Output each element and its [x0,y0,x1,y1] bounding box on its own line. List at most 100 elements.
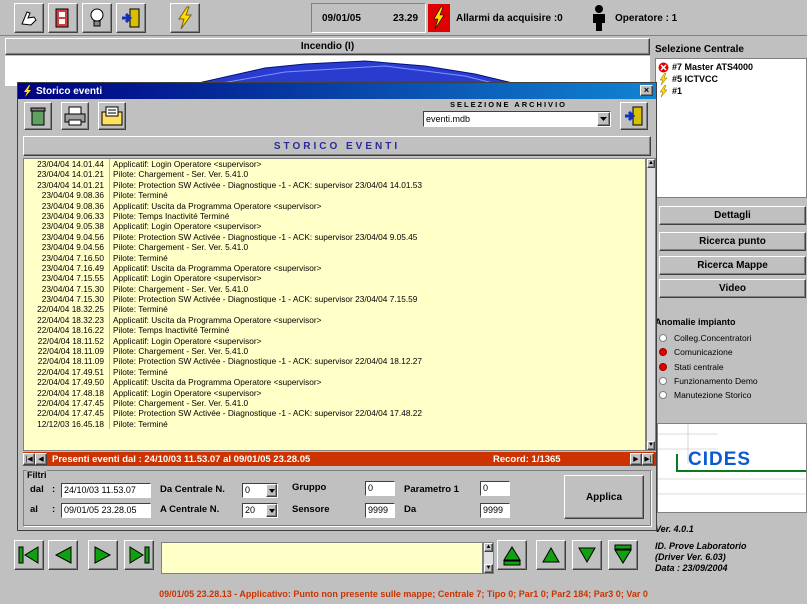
table-row[interactable]: 23/04/04 9.04.56 Pilote: Protection SW Ac… [24,231,645,243]
prev-record-icon[interactable]: ◀ [35,453,47,465]
next-record-icon[interactable]: ▶ [630,453,642,465]
scroll-bottom-button[interactable] [608,540,638,570]
table-row[interactable]: 22/04/04 18.11.09 Pilote: Chargement - Se… [24,346,645,357]
table-row[interactable]: 23/04/04 7.15.30 Pilote: Chargement - Ser… [24,283,645,295]
video-button-label: Video [718,283,747,294]
table-row[interactable]: 23/04/04 9.06.33 Pilote: Temps Inactivité… [24,210,645,222]
central-item-1[interactable]: #1 [656,85,806,97]
event-message: Pilote: Chargement - Ser. Ver. 5.41.0 [113,242,249,253]
printer-icon[interactable] [61,102,89,130]
event-message: Applicatif: Login Operatore <supervisor> [113,273,262,284]
message-scrollbar[interactable]: ▲ ▼ [483,542,494,574]
table-row[interactable]: 22/04/04 17.47.45 Pilote: Chargement - Se… [24,397,645,409]
table-row[interactable]: 23/04/04 7.15.30 Pilote: Protection SW Ac… [24,294,645,305]
table-row[interactable]: 22/04/04 17.49.51 Pilote: Terminé [24,366,645,378]
scroll-up-icon[interactable]: ▲ [647,159,655,168]
table-row[interactable]: 23/04/04 7.15.55 Applicatif: Login Operat… [24,273,645,284]
table-row[interactable]: 22/04/04 17.49.50 Applicatif: Uscita da P… [24,377,645,388]
chevron-down-icon[interactable] [266,504,277,517]
prev-page-button[interactable] [48,540,78,570]
table-row[interactable]: 23/04/04 14.01.21 Pilote: Chargement - Se… [24,169,645,180]
table-row[interactable]: 22/04/04 18.11.52 Applicatif: Login Opera… [24,335,645,347]
first-record-icon[interactable]: |◀ [23,453,35,465]
last-record-icon[interactable]: ▶| [642,453,654,465]
search-maps-button[interactable]: Ricerca Mappe [659,256,806,275]
event-history-dialog: Storico eventi × SELEZIONE ARCHIVIO even… [17,82,657,531]
table-row[interactable]: 12/12/03 16.45.18 Pilote: Terminé [24,418,645,430]
event-message: Applicatif: Uscita da Programma Operator… [113,262,322,273]
dialog-titlebar[interactable]: Storico eventi × [18,83,656,99]
archive-select[interactable]: eventi.mdb [423,111,611,127]
last-arrow-icon [129,546,150,564]
table-row[interactable]: 22/04/04 17.48.18 Applicatif: Login Opera… [24,387,645,398]
group-input[interactable]: 0 [365,481,395,496]
central-item-7[interactable]: #7 Master ATS4000 [656,61,806,73]
to-central-select[interactable]: 20 [242,503,278,518]
lightning-icon [24,85,31,97]
event-log-list[interactable]: 23/04/04 14.01.44 Applicatif: Login Opera… [23,158,646,451]
sensor-input[interactable]: 9999 [365,503,395,518]
event-timestamp: 22/04/04 18.11.09 [24,346,110,357]
next-page-button[interactable] [88,540,118,570]
table-row[interactable]: 22/04/04 17.47.45 Pilote: Protection SW A… [24,408,645,419]
central-item-5[interactable]: #5 ICTVCC [656,73,806,85]
lightning-icon[interactable] [170,3,200,33]
table-row[interactable]: 22/04/04 18.32.25 Pilote: Terminé [24,304,645,315]
da-label: Da [404,504,417,515]
first-page-button[interactable] [14,540,44,570]
table-row[interactable]: 22/04/04 18.11.09 Pilote: Protection SW A… [24,356,645,367]
close-icon[interactable]: × [640,85,653,96]
table-row[interactable]: 23/04/04 9.04.56 Pilote: Chargement - Ser… [24,242,645,253]
apply-button[interactable]: Applica [564,475,644,519]
event-timestamp: 23/04/04 14.01.21 [24,169,110,180]
table-row[interactable]: 23/04/04 9.08.36 Applicatif: Uscita da Pr… [24,200,645,211]
scroll-top-button[interactable] [497,540,527,570]
date-to-input[interactable]: 09/01/05 23.28.05 [61,503,151,518]
report-icon[interactable] [98,102,126,130]
chevron-down-icon[interactable] [266,484,277,497]
tool-hand-icon[interactable] [14,3,44,33]
table-row[interactable]: 22/04/04 18.32.23 Applicatif: Uscita da P… [24,314,645,326]
alarm-lightning-icon[interactable] [428,4,450,32]
scroll-down-icon[interactable]: ▼ [484,564,493,573]
exit-dialog-icon[interactable] [620,102,648,130]
table-row[interactable]: 23/04/04 7.16.50 Pilote: Terminé [24,252,645,263]
table-row[interactable]: 23/04/04 9.05.38 Applicatif: Login Operat… [24,221,645,232]
to-central-value: 20 [245,505,256,515]
table-row[interactable]: 22/04/04 18.16.22 Pilote: Temps Inactivit… [24,325,645,336]
details-button[interactable]: Dettagli [659,206,806,225]
table-row[interactable]: 23/04/04 14.01.44 Applicatif: Login Opera… [24,159,645,170]
parameter-input[interactable]: 0 [480,481,510,496]
table-row[interactable]: 23/04/04 9.08.36 Pilote: Terminé [24,190,645,201]
logo-panel: CIDES [657,423,807,513]
log-scrollbar[interactable]: ▲ ▼ [646,158,656,451]
search-point-button[interactable]: Ricerca punto [659,232,806,251]
scroll-up-button[interactable] [536,540,566,570]
door-icon[interactable] [48,3,78,33]
da-input[interactable]: 9999 [480,503,510,518]
recycle-bin-icon[interactable] [24,102,52,130]
lightbulb-icon[interactable] [82,3,112,33]
date-from-input[interactable]: 24/10/03 11.53.07 [61,483,151,498]
event-timestamp: 23/04/04 7.16.50 [24,252,110,263]
event-message: Pilote: Terminé [113,252,168,263]
from-central-select[interactable]: 0 [242,483,278,498]
event-message: Applicatif: Uscita da Programma Operator… [113,200,322,211]
table-row[interactable]: 23/04/04 7.16.49 Applicatif: Uscita da Pr… [24,262,645,274]
chevron-down-icon[interactable] [597,112,610,126]
scroll-down-button[interactable] [572,540,602,570]
event-message: Applicatif: Uscita da Programma Operator… [113,377,322,388]
top-toolbar: 09/01/05 23.29 Allarmi da acquisire :0 O… [0,0,807,36]
event-message: Applicatif: Login Operatore <supervisor> [113,159,262,169]
event-timestamp: 22/04/04 17.47.45 [24,408,110,419]
video-button[interactable]: Video [659,279,806,298]
event-message: Applicatif: Login Operatore <supervisor> [113,335,262,346]
scroll-down-icon[interactable]: ▼ [647,441,655,450]
table-row[interactable]: 23/04/04 14.01.21 Pilote: Protection SW A… [24,179,645,191]
scroll-up-icon[interactable]: ▲ [484,543,493,552]
up-arrow-icon [542,546,560,563]
exit-icon[interactable] [116,3,146,33]
last-page-button[interactable] [124,540,154,570]
parameter-label: Parametro 1 [404,484,459,495]
event-message: Pilote: Terminé [113,366,168,377]
